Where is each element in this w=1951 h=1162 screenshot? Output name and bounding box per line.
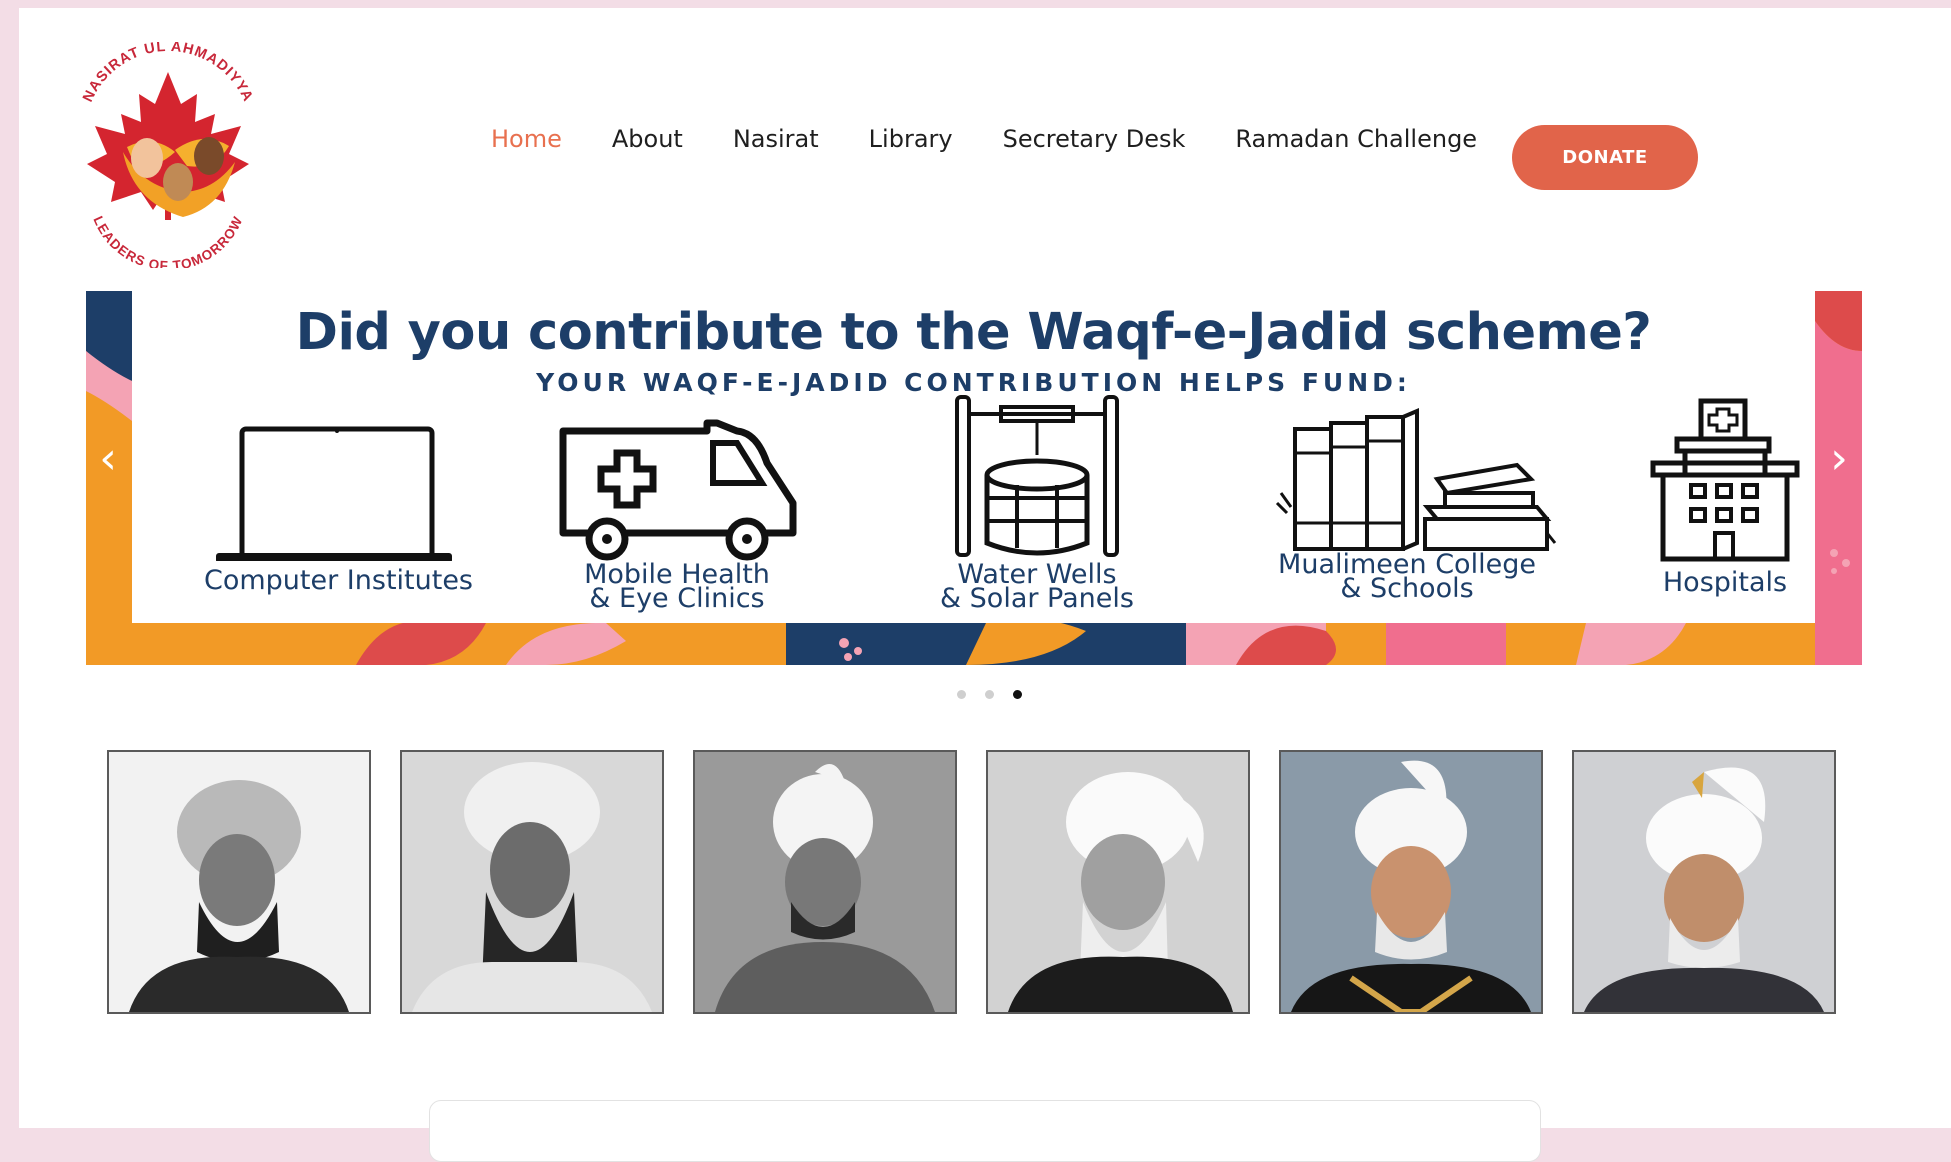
chevron-right-icon[interactable]: › <box>1819 428 1859 488</box>
banner-card: Did you contribute to the Waqf-e-Jadid s… <box>132 291 1815 623</box>
portrait-gallery <box>107 750 1865 1014</box>
svg-text:LEADERS OF TOMORROW: LEADERS OF TOMORROW <box>90 214 245 268</box>
fund-item-mualimeen-college: Mualimeen College & Schools <box>1267 403 1557 604</box>
banner-title: Did you contribute to the Waqf-e-Jadid s… <box>295 303 1652 362</box>
fund-item-hospitals: Hospitals <box>1635 397 1815 598</box>
laptop-icon <box>216 426 452 561</box>
portrait-image[interactable] <box>1572 750 1836 1014</box>
portrait-image[interactable] <box>986 750 1250 1014</box>
hospital-icon <box>1650 398 1800 562</box>
logo-bottom-text: LEADERS OF TOMORROW <box>90 214 244 274</box>
page: NASIRAT UL AHMADIYYA LEADERS OF TOMORROW… <box>19 8 1951 1162</box>
slider-dots <box>957 690 1041 699</box>
books-icon <box>1275 407 1557 551</box>
water-well-icon <box>955 395 1119 557</box>
nav-ramadan-challenge[interactable]: Ramadan Challenge <box>1235 125 1477 153</box>
fund-item-label-line2: & Eye Clinics <box>589 583 765 614</box>
site-logo[interactable]: NASIRAT UL AHMADIYYA LEADERS OF TOMORROW <box>63 39 273 274</box>
portrait-image[interactable] <box>400 750 664 1014</box>
fund-item-water-wells: Water Wells & Solar Panels <box>912 393 1162 614</box>
ambulance-icon <box>559 419 797 561</box>
nav-nasirat[interactable]: Nasirat <box>733 125 819 153</box>
fund-item-label-line2: & Solar Panels <box>940 583 1134 614</box>
nav-library[interactable]: Library <box>869 125 953 153</box>
banner-slider: Did you contribute to the Waqf-e-Jadid s… <box>86 291 1862 665</box>
fund-item-label: Hospitals <box>1662 567 1788 598</box>
slider-dot[interactable] <box>985 690 994 699</box>
portrait-image[interactable] <box>693 750 957 1014</box>
fund-item-computer-institutes: Computer Institutes <box>204 411 473 596</box>
donate-button[interactable]: DONATE <box>1512 125 1698 190</box>
fund-item-label-line2: & Schools <box>1340 573 1474 604</box>
portrait-image[interactable] <box>107 750 371 1014</box>
content-card <box>429 1100 1541 1162</box>
nav-home[interactable]: Home <box>491 125 562 153</box>
fund-item-label: Computer Institutes <box>204 565 473 596</box>
portrait-image[interactable] <box>1279 750 1543 1014</box>
chevron-left-icon[interactable]: ‹ <box>88 428 128 488</box>
slider-dot-active[interactable] <box>1013 690 1022 699</box>
main-nav: Home About Nasirat Library Secretary Des… <box>491 125 1527 153</box>
slider-dot[interactable] <box>957 690 966 699</box>
nav-about[interactable]: About <box>612 125 683 153</box>
fund-item-mobile-health: Mobile Health & Eye Clinics <box>552 403 802 614</box>
nav-secretary-desk[interactable]: Secretary Desk <box>1003 125 1186 153</box>
